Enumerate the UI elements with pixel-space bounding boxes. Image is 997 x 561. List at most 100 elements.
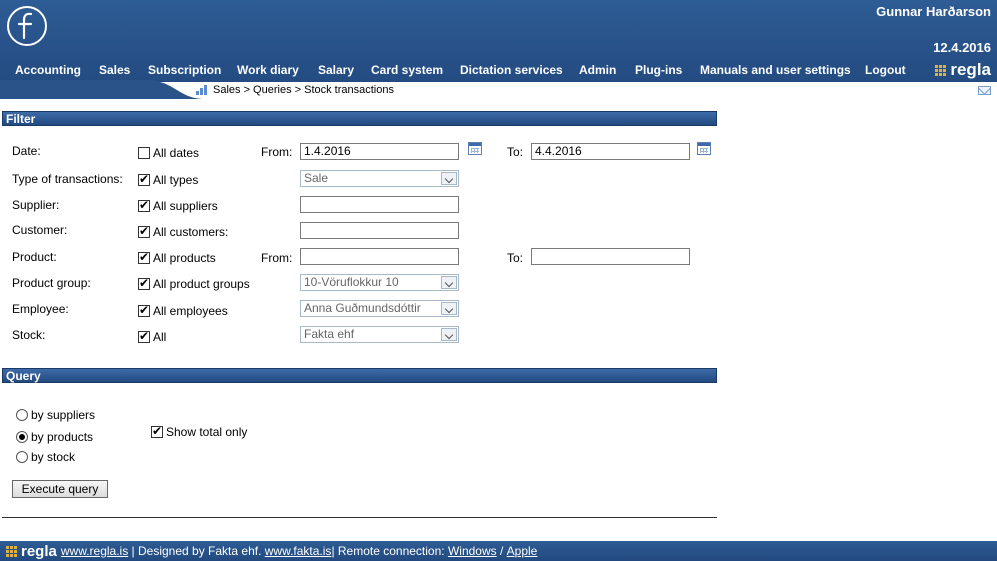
radio-by-suppliers[interactable]: by suppliers <box>16 408 95 422</box>
windows-link[interactable]: Windows <box>448 544 497 558</box>
nav-card-system[interactable]: Card system <box>371 63 443 77</box>
mail-icon[interactable] <box>978 86 991 95</box>
execute-query-button[interactable]: Execute query <box>12 480 108 498</box>
date-from-input[interactable]: 1.4.2016 <box>300 143 459 160</box>
user-name[interactable]: Gunnar Harðarson <box>876 4 991 19</box>
checkbox-box[interactable] <box>151 424 163 438</box>
nav-logout[interactable]: Logout <box>865 63 906 77</box>
breadcrumb-text[interactable]: Sales > Queries > Stock transactions <box>213 84 394 96</box>
all-stock-label: All <box>153 330 167 344</box>
supplier-input[interactable] <box>300 196 459 213</box>
checkbox-box[interactable] <box>138 147 150 159</box>
all-suppliers-label: All suppliers <box>153 199 218 213</box>
nav-dictation-services[interactable]: Dictation services <box>460 63 563 77</box>
all-stock-checkbox[interactable]: All <box>138 329 167 344</box>
product-to-input[interactable] <box>531 248 690 265</box>
all-products-checkbox[interactable]: All products <box>138 250 216 265</box>
nav-sales[interactable]: Sales <box>99 63 130 77</box>
product-to-label: To: <box>507 251 524 265</box>
calendar-from-icon[interactable] <box>468 142 482 155</box>
stock-select-value: Fakta ehf <box>304 327 355 341</box>
apple-link[interactable]: Apple <box>507 544 538 558</box>
date-to-input[interactable]: 4.4.2016 <box>531 143 690 160</box>
radio-by-stock[interactable]: by stock <box>16 450 75 464</box>
product-from-label: From: <box>261 251 293 265</box>
fakta-site-link[interactable]: www.fakta.is <box>265 544 332 558</box>
link-separator: / <box>496 544 507 558</box>
nav-accounting[interactable]: Accounting <box>15 63 81 77</box>
regla-grid-icon <box>6 545 17 557</box>
checkbox-box[interactable] <box>138 250 150 264</box>
nav-salary[interactable]: Salary <box>318 63 354 77</box>
date-label: Date: <box>12 144 41 158</box>
product-group-label: Product group: <box>12 276 91 290</box>
all-dates-label: All dates <box>153 146 200 160</box>
radio-by-products[interactable]: by products <box>16 430 93 444</box>
nav-subscription[interactable]: Subscription <box>148 63 221 77</box>
all-employees-checkbox[interactable]: All employees <box>138 303 228 318</box>
checkbox-box[interactable] <box>138 303 150 317</box>
show-total-label: Show total only <box>166 425 248 439</box>
regla-brand: regla <box>935 60 991 80</box>
nav-manuals[interactable]: Manuals and user settings <box>700 63 851 77</box>
checkbox-box[interactable] <box>138 224 150 238</box>
all-suppliers-checkbox[interactable]: All suppliers <box>138 198 218 213</box>
all-types-checkbox[interactable]: All types <box>138 172 199 187</box>
date-from-label: From: <box>261 145 293 159</box>
remote-connection-text: | Remote connection: <box>331 544 448 558</box>
type-select[interactable]: Sale <box>300 170 459 187</box>
checkbox-box[interactable] <box>138 276 150 290</box>
nav-work-diary[interactable]: Work diary <box>237 63 299 77</box>
checkbox-box[interactable] <box>138 198 150 212</box>
by-products-label: by products <box>31 430 94 444</box>
stock-select[interactable]: Fakta ehf <box>300 326 459 343</box>
divider <box>2 517 717 518</box>
employee-select-value: Anna Guðmundsdóttir <box>304 301 421 315</box>
by-stock-label: by stock <box>31 450 76 464</box>
group-select-value: 10-Vöruflokkur 10 <box>304 275 399 289</box>
date-to-label: To: <box>507 145 524 159</box>
product-from-input[interactable] <box>300 248 459 265</box>
nav-plug-ins[interactable]: Plug-ins <box>635 63 682 77</box>
filter-header: Filter <box>2 111 717 126</box>
all-customers-checkbox[interactable]: All customers: <box>138 224 229 239</box>
regla-grid-icon <box>935 64 947 76</box>
chevron-down-icon[interactable] <box>441 328 457 341</box>
stock-label: Stock: <box>12 328 46 342</box>
breadcrumb: Sales > Queries > Stock transactions <box>196 84 394 96</box>
all-types-label: All types <box>153 173 199 187</box>
chevron-down-icon[interactable] <box>441 276 457 289</box>
current-date: 12.4.2016 <box>933 40 991 55</box>
designed-by-text: | Designed by Fakta ehf. <box>128 544 265 558</box>
product-group-select[interactable]: 10-Vöruflokkur 10 <box>300 274 459 291</box>
chart-icon <box>196 85 207 95</box>
regla-site-link[interactable]: www.regla.is <box>61 544 128 558</box>
radio-circle[interactable] <box>16 409 28 421</box>
all-dates-checkbox[interactable]: All dates <box>138 146 199 160</box>
calendar-to-icon[interactable] <box>697 142 711 155</box>
by-suppliers-label: by suppliers <box>31 408 96 422</box>
nav-admin[interactable]: Admin <box>579 63 616 77</box>
brand-name: regla <box>950 60 991 79</box>
checkbox-box[interactable] <box>138 329 150 343</box>
chevron-down-icon[interactable] <box>441 172 457 185</box>
employee-select[interactable]: Anna Guðmundsdóttir <box>300 300 459 317</box>
radio-circle[interactable] <box>16 431 28 443</box>
footer-brand-name: regla <box>21 542 57 560</box>
footer-brand: regla <box>6 543 57 560</box>
all-employees-label: All employees <box>153 304 228 318</box>
chevron-down-icon[interactable] <box>441 302 457 315</box>
all-customers-label: All customers: <box>153 225 229 239</box>
type-label: Type of transactions: <box>12 172 123 186</box>
query-header: Query <box>2 368 717 383</box>
show-total-only-checkbox[interactable]: Show total only <box>151 424 248 439</box>
checkbox-box[interactable] <box>138 172 150 186</box>
fakta-logo-icon <box>7 6 47 46</box>
employee-label: Employee: <box>12 302 69 316</box>
customer-input[interactable] <box>300 222 459 239</box>
all-groups-label: All product groups <box>153 277 250 291</box>
radio-circle[interactable] <box>16 451 28 463</box>
footer: regla www.regla.is | Designed by Fakta e… <box>0 541 997 561</box>
customer-label: Customer: <box>12 223 68 237</box>
all-product-groups-checkbox[interactable]: All product groups <box>138 276 250 291</box>
